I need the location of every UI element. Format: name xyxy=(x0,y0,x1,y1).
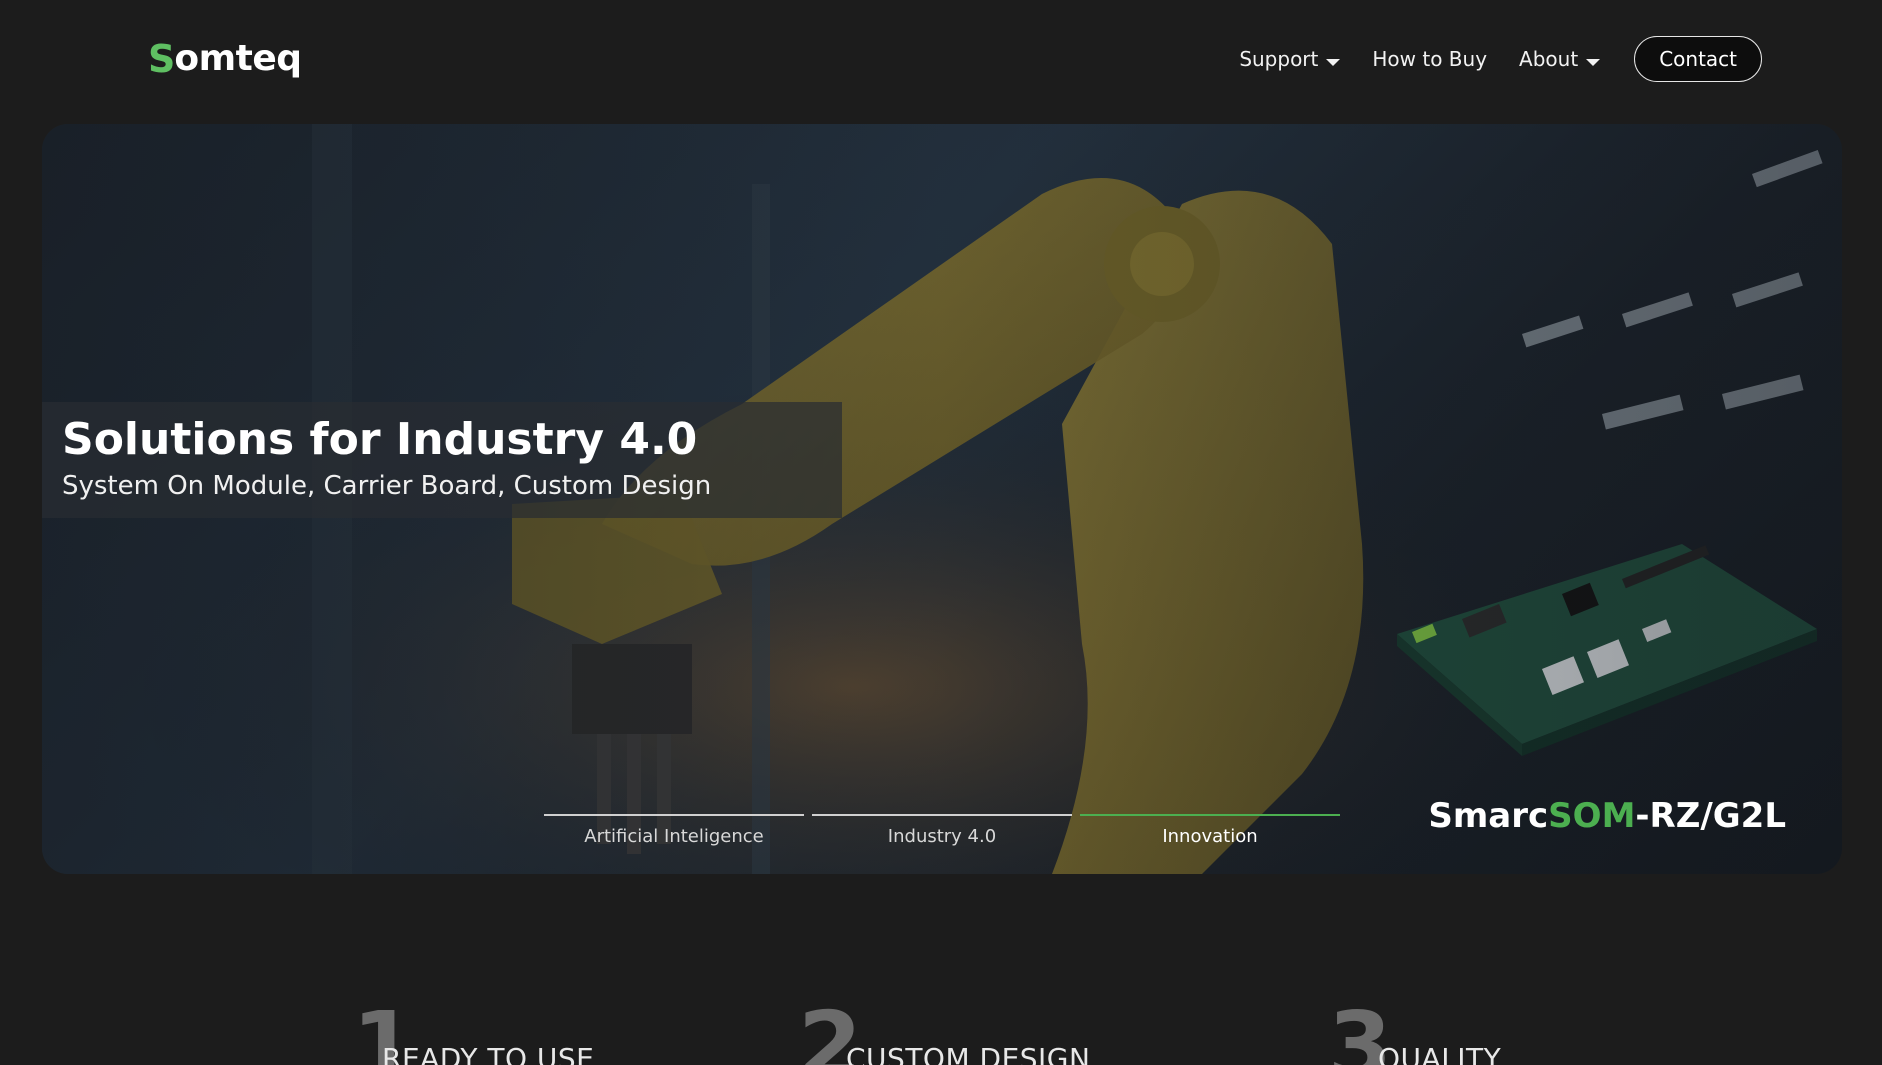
chevron-down-icon xyxy=(1326,58,1341,66)
nav-support[interactable]: Support xyxy=(1239,47,1341,71)
contact-button[interactable]: Contact xyxy=(1634,36,1762,82)
hero-subheadline: System On Module, Carrier Board, Custom … xyxy=(62,470,712,501)
nav-about-label: About xyxy=(1519,47,1579,71)
tab-industry-4-0[interactable]: Industry 4.0 xyxy=(812,814,1072,847)
page: S omteq Support How to Buy About Contact xyxy=(0,0,1882,1065)
product-name[interactable]: SmarcSOM-RZ/G2L xyxy=(1428,796,1786,836)
nav-how-to-buy-label: How to Buy xyxy=(1372,47,1488,71)
logo-mark: S xyxy=(148,37,175,81)
nav-support-label: Support xyxy=(1239,47,1319,71)
nav-how-to-buy[interactable]: How to Buy xyxy=(1372,47,1487,71)
hero-banner: Solutions for Industry 4.0 System On Mod… xyxy=(42,124,1842,874)
product-name-suffix: -RZ/G2L xyxy=(1635,796,1786,836)
product-name-accent: SOM xyxy=(1548,796,1636,836)
nav-about[interactable]: About xyxy=(1519,47,1601,71)
headline-box: Solutions for Industry 4.0 System On Mod… xyxy=(42,402,842,518)
hero-headline: Solutions for Industry 4.0 xyxy=(62,414,698,465)
site-header: S omteq Support How to Buy About Contact xyxy=(0,0,1882,120)
tab-artificial-intelligence[interactable]: Artificial Inteligence xyxy=(544,814,804,847)
slide-tabs: Artificial Inteligence Industry 4.0 Inno… xyxy=(544,814,1348,847)
chevron-down-icon xyxy=(1586,58,1601,66)
logo-text: omteq xyxy=(174,38,302,79)
product-name-prefix: Smarc xyxy=(1428,796,1549,836)
feature-label: CUSTOM DESIGN xyxy=(846,1042,1091,1065)
tab-innovation[interactable]: Innovation xyxy=(1080,814,1340,847)
somteq-logo[interactable]: S omteq xyxy=(148,40,302,78)
feature-label: READY TO USE xyxy=(382,1042,595,1065)
feature-label: QUALITY xyxy=(1378,1042,1502,1065)
main-nav: Support How to Buy About Contact xyxy=(1239,36,1762,82)
